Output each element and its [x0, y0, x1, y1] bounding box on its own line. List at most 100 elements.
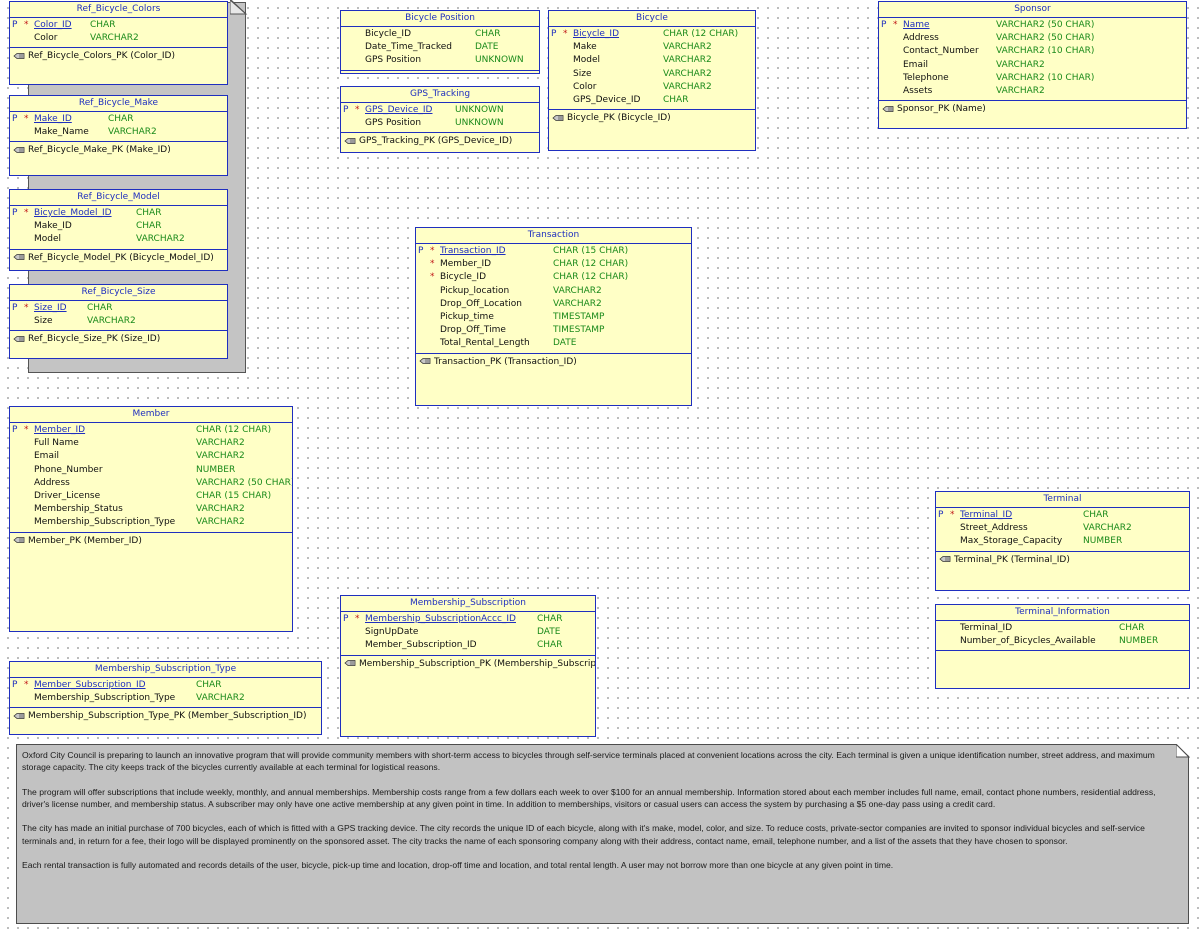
column-row[interactable]: P * GPS_Device_ID UNKNOWN — [341, 104, 539, 117]
entity-keys: Transaction_PK (Transaction_ID) — [416, 352, 691, 369]
column-row[interactable]: Membership_Subscription_Type VARCHAR2 — [10, 692, 321, 705]
key-row[interactable]: GPS_Tracking_PK (GPS_Device_ID) — [344, 135, 539, 148]
column-row[interactable]: P * Make_ID CHAR — [10, 113, 227, 126]
column-row[interactable]: Model VARCHAR2 — [549, 54, 755, 67]
column-type: VARCHAR2 — [196, 517, 245, 528]
entity-keys: GPS_Tracking_PK (GPS_Device_ID) — [341, 132, 539, 148]
column-row[interactable]: Terminal_ID CHAR — [936, 622, 1189, 635]
entity-ref-bicycle-colors[interactable]: Ref_Bicycle_Colors P * Color_ID CHAR Color VAR… — [9, 1, 228, 85]
entity-ref-bicycle-make[interactable]: Ref_Bicycle_Make P * Make_ID CHAR Make_Name VA… — [9, 95, 228, 176]
column-row[interactable]: GPS Position UNKNOWN — [341, 117, 539, 130]
entity-transaction[interactable]: Transaction P * Transaction_ID CHAR (15 CHAR… — [415, 227, 692, 406]
key-name: Member_PK (Member_ID) — [28, 535, 142, 546]
key-row[interactable]: Ref_Bicycle_Colors_PK (Color_ID) — [13, 50, 227, 63]
column-row[interactable]: Color VARCHAR2 — [10, 32, 227, 45]
column-row[interactable]: Address VARCHAR2 (50 CHAR) — [10, 477, 292, 490]
requirements-note[interactable]: Oxford City Council is preparing to laun… — [16, 744, 1189, 924]
column-row[interactable]: Email VARCHAR2 — [10, 450, 292, 463]
column-row[interactable]: Number_of_Bicycles_Available NUMBER — [936, 635, 1189, 648]
key-row[interactable]: Ref_Bicycle_Model_PK (Bicycle_Model_ID) — [13, 252, 227, 265]
column-row[interactable]: P * Size_ID CHAR — [10, 302, 227, 315]
column-name: GPS_Device_ID — [365, 105, 433, 115]
key-row[interactable]: Membership_Subscription_PK (Membership_S… — [344, 658, 595, 671]
column-row[interactable]: SignUpDate DATE — [341, 626, 595, 639]
column-name: Membership_SubscriptionAccc_ID — [365, 614, 516, 624]
column-type: CHAR — [537, 614, 563, 624]
key-row[interactable]: Transaction_PK (Transaction_ID) — [419, 356, 691, 369]
entity-bicycle[interactable]: Bicycle P * Bicycle_ID CHAR (12 CHAR) Make VAR… — [548, 10, 756, 151]
entity-columns: Bicycle_ID CHAR Date_Time_Tracked DATE GPS P… — [341, 27, 539, 70]
key-row[interactable]: Membership_Subscription_Type_PK (Member_… — [13, 710, 321, 723]
column-row[interactable]: GPS_Device_ID CHAR — [549, 94, 755, 107]
key-row[interactable]: Terminal_PK (Terminal_ID) — [939, 554, 1189, 567]
column-row[interactable]: Size VARCHAR2 — [549, 68, 755, 81]
column-row[interactable]: Make VARCHAR2 — [549, 41, 755, 54]
entity-terminal-information[interactable]: Terminal_Information Terminal_ID CHAR Numbe… — [935, 604, 1190, 689]
column-name: Email — [903, 59, 928, 70]
column-row[interactable]: Date_Time_Tracked DATE — [341, 41, 539, 54]
key-row[interactable]: Member_PK (Member_ID) — [13, 535, 292, 548]
column-row[interactable]: Bicycle_ID CHAR — [341, 28, 539, 41]
column-row[interactable]: P * Color_ID CHAR — [10, 19, 227, 32]
column-row[interactable]: P * Member_ID CHAR (12 CHAR) — [10, 424, 292, 437]
key-row[interactable]: Ref_Bicycle_Size_PK (Size_ID) — [13, 333, 227, 346]
column-name: Telephone — [903, 72, 949, 83]
column-row[interactable]: Total_Rental_Length DATE — [416, 337, 691, 350]
column-row[interactable]: Drop_Off_Time TIMESTAMP — [416, 324, 691, 337]
entity-membership-subscription[interactable]: Membership_Subscription P * Membership_Subs… — [340, 595, 596, 737]
entity-columns: P * GPS_Device_ID UNKNOWN GPS Position UNKNOW… — [341, 103, 539, 132]
column-row[interactable]: Driver_License CHAR (15 CHAR) — [10, 490, 292, 503]
entity-member[interactable]: Member P * Member_ID CHAR (12 CHAR) Full Name… — [9, 406, 293, 632]
column-row[interactable]: Color VARCHAR2 — [549, 81, 755, 94]
column-row[interactable]: Max_Storage_Capacity NUMBER — [936, 535, 1189, 548]
column-row[interactable]: Pickup_location VARCHAR2 — [416, 285, 691, 298]
column-row[interactable]: Drop_Off_Location VARCHAR2 — [416, 298, 691, 311]
column-type: VARCHAR2 — [996, 59, 1045, 70]
column-row[interactable]: P * Name VARCHAR2 (50 CHAR) — [879, 19, 1186, 32]
column-row[interactable]: GPS Position UNKNOWN — [341, 54, 539, 67]
column-row[interactable]: Membership_Status VARCHAR2 — [10, 503, 292, 516]
key-row[interactable]: Sponsor_PK (Name) — [882, 103, 1186, 116]
mandatory-asterisk: * — [24, 114, 29, 124]
column-row[interactable]: Email VARCHAR2 — [879, 59, 1186, 72]
column-name: Email — [34, 451, 59, 462]
column-row[interactable]: Pickup_time TIMESTAMP — [416, 311, 691, 324]
column-row[interactable]: P * Bicycle_ID CHAR (12 CHAR) — [549, 28, 755, 41]
column-type: VARCHAR2 (50 CHAR) — [996, 20, 1095, 30]
entity-ref-bicycle-model[interactable]: Ref_Bicycle_Model P * Bicycle_Model_ID CHAR M… — [9, 189, 228, 271]
column-row[interactable]: Telephone VARCHAR2 (10 CHAR) — [879, 72, 1186, 85]
column-row[interactable]: Size VARCHAR2 — [10, 315, 227, 328]
key-row[interactable]: Bicycle_PK (Bicycle_ID) — [552, 112, 755, 125]
column-row[interactable]: Address VARCHAR2 (50 CHAR) — [879, 32, 1186, 45]
entity-membership-subscription-type[interactable]: Membership_Subscription_Type P * Member_Sub… — [9, 661, 322, 735]
entity-ref-bicycle-size[interactable]: Ref_Bicycle_Size P * Size_ID CHAR Size VARCHAR… — [9, 284, 228, 359]
entity-columns: Terminal_ID CHAR Number_of_Bicycles_Availa… — [936, 621, 1189, 650]
column-row[interactable]: P * Terminal_ID CHAR — [936, 509, 1189, 522]
entity-columns: P * Terminal_ID CHAR Street_Address VARCHAR2 M… — [936, 508, 1189, 551]
entity-title: Terminal_Information — [936, 605, 1189, 621]
key-row[interactable]: Ref_Bicycle_Make_PK (Make_ID) — [13, 144, 227, 157]
column-row[interactable]: Phone_Number NUMBER — [10, 464, 292, 477]
column-type: CHAR (12 CHAR) — [196, 425, 272, 435]
column-row[interactable]: Make_ID CHAR — [10, 220, 227, 233]
entity-sponsor[interactable]: Sponsor P * Name VARCHAR2 (50 CHAR) Address VA… — [878, 1, 1187, 129]
column-row[interactable]: * Bicycle_ID CHAR (12 CHAR) — [416, 271, 691, 284]
column-row[interactable]: Membership_Subscription_Type VARCHAR2 — [10, 516, 292, 529]
column-row[interactable]: P * Transaction_ID CHAR (15 CHAR) — [416, 245, 691, 258]
column-row[interactable]: Assets VARCHAR2 — [879, 85, 1186, 98]
column-row[interactable]: Contact_Number VARCHAR2 (10 CHAR) — [879, 45, 1186, 58]
column-row[interactable]: * Member_ID CHAR (12 CHAR) — [416, 258, 691, 271]
entity-gps-tracking[interactable]: GPS_Tracking P * GPS_Device_ID UNKNOWN GPS Po… — [340, 86, 540, 153]
column-row[interactable]: Model VARCHAR2 — [10, 233, 227, 246]
key-icon — [344, 659, 356, 667]
column-row[interactable]: Street_Address VARCHAR2 — [936, 522, 1189, 535]
entity-bicycle-position[interactable]: Bicycle Position Bicycle_ID CHAR Date_Time_… — [340, 10, 540, 74]
column-row[interactable]: P * Member_Subscription_ID CHAR — [10, 679, 321, 692]
column-row[interactable]: Member_Subscription_ID CHAR — [341, 639, 595, 652]
column-row[interactable]: Full Name VARCHAR2 — [10, 437, 292, 450]
entity-terminal[interactable]: Terminal P * Terminal_ID CHAR Street_Address V… — [935, 491, 1190, 591]
column-type: VARCHAR2 — [87, 316, 136, 327]
column-row[interactable]: P * Bicycle_Model_ID CHAR — [10, 207, 227, 220]
column-row[interactable]: Make_Name VARCHAR2 — [10, 126, 227, 139]
column-row[interactable]: P * Membership_SubscriptionAccc_ID CHAR — [341, 613, 595, 626]
